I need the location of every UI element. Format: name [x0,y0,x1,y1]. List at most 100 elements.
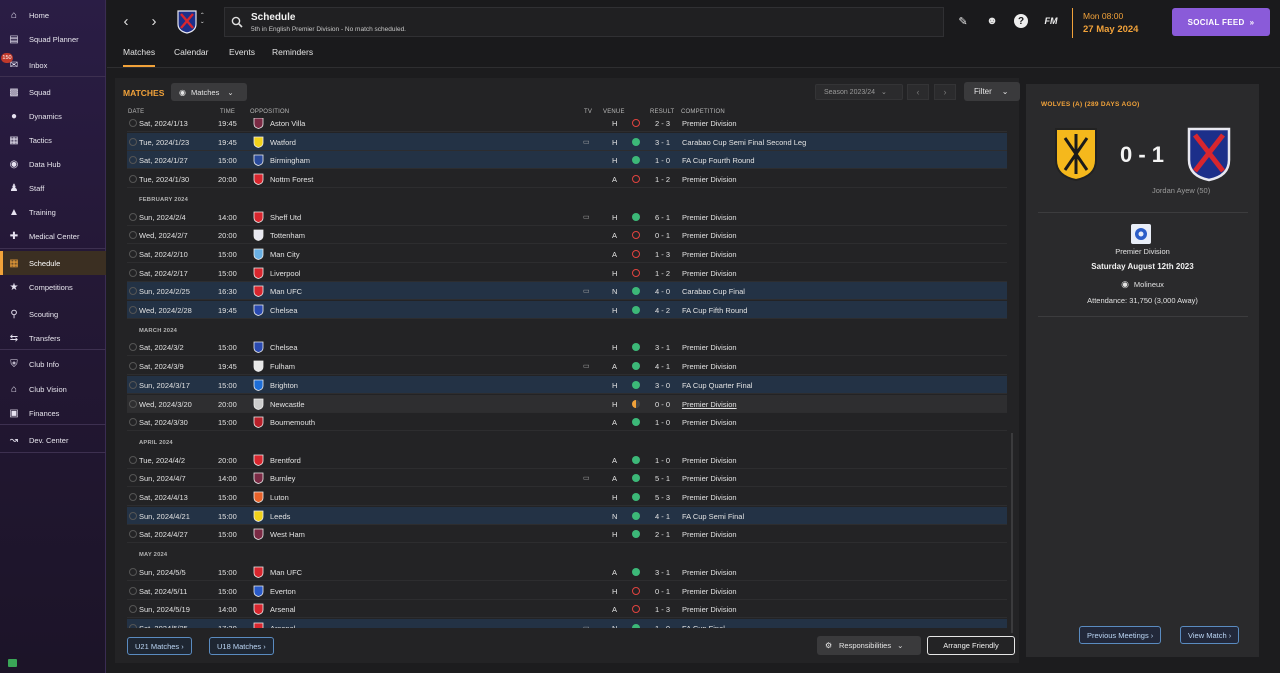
sidebar-item-tactics[interactable]: ▦ Tactics [0,128,106,152]
sidebar-item-competitions[interactable]: ★ Competitions [0,275,106,299]
row-select-icon[interactable] [129,455,137,464]
club-switch-chevrons-icon[interactable]: ˆˇ [201,12,204,30]
opponent-name[interactable]: Brighton [270,381,298,390]
row-select-icon[interactable] [129,474,137,483]
match-row[interactable]: Sun, 2024/3/17 15:00 Brighton H 3 - 0 FA Cup … [127,375,1007,394]
competition-name[interactable]: FA Cup Final [682,624,725,628]
row-select-icon[interactable] [129,586,137,595]
search-icon[interactable] [231,16,243,28]
opponent-name[interactable]: Man City [270,250,300,259]
competition-name[interactable]: Premier Division [682,269,737,278]
column-date[interactable]: DATE [128,109,144,115]
sidebar-item-squad[interactable]: ▩ Squad [0,80,106,104]
match-row[interactable]: Sat, 2024/1/27 15:00 Birmingham H 1 - 0 FA Cu… [127,151,1007,170]
opponent-name[interactable]: Everton [270,587,296,596]
column-venue[interactable]: VENUE [603,109,625,115]
row-select-icon[interactable] [129,511,137,520]
competition-name[interactable]: Premier Division [682,530,737,539]
u18-matches-button[interactable]: U18 Matches › [209,637,274,655]
competition-name[interactable]: Premier Division [682,250,737,259]
competition-name[interactable]: Premier Division [682,400,737,409]
match-row[interactable]: Sun, 2024/5/19 14:00 Arsenal A 1 - 3 Premier … [127,600,1007,619]
sidebar-item-squad-planner[interactable]: ▤ Squad Planner [0,27,106,51]
row-select-icon[interactable] [129,212,137,221]
competition-name[interactable]: Premier Division [682,474,737,483]
match-row[interactable]: Sun, 2024/5/5 15:00 Man UFC A 3 - 1 Premier D… [127,563,1007,581]
sidebar-item-club-vision[interactable]: ⌂ Club Vision [0,377,106,401]
competition-name[interactable]: Premier Division [682,175,737,184]
match-row[interactable]: Sun, 2024/2/4 14:00 Sheff Utd ▭ H 6 - 1 Premie… [127,208,1007,226]
opponent-name[interactable]: Brentford [270,456,301,465]
opponent-name[interactable]: Watford [270,138,296,147]
row-select-icon[interactable] [129,605,137,614]
opponent-name[interactable]: Tottenham [270,231,305,240]
arrange-friendly-button[interactable]: Arrange Friendly [927,636,1015,655]
season-selector[interactable]: Season 2023/24 ⌄ [815,84,903,100]
row-select-icon[interactable] [129,343,137,352]
match-row[interactable]: Wed, 2024/3/20 20:00 Newcastle H 0 - 0 Premie… [127,394,1007,413]
competition-name[interactable]: Premier Division [682,343,737,352]
opponent-name[interactable]: Bournemouth [270,418,315,427]
row-select-icon[interactable] [129,380,137,389]
row-select-icon[interactable] [129,249,137,258]
social-feed-button[interactable]: SOCIAL FEED » [1172,8,1270,36]
sidebar-item-dynamics[interactable]: ● Dynamics [0,104,106,128]
row-select-icon[interactable] [129,418,137,427]
tab-events[interactable]: Events [229,47,255,67]
match-row[interactable]: Tue, 2024/4/2 20:00 Brentford A 1 - 0 Premier… [127,451,1007,469]
sidebar-item-dev-center[interactable]: ↝ Dev. Center [0,428,106,452]
sidebar-item-staff[interactable]: ♟ Staff [0,176,106,200]
manager-face-icon[interactable]: ☻ [984,13,1000,29]
tab-reminders[interactable]: Reminders [272,47,313,67]
sidebar-item-transfers[interactable]: ⇆ Transfers [0,326,106,350]
match-row[interactable]: Sat, 2024/4/13 15:00 Luton H 5 - 3 Premier Di… [127,488,1007,506]
opponent-name[interactable]: Arsenal [270,624,295,628]
previous-season-arrow-icon[interactable]: ‹ [907,84,929,100]
competition-name[interactable]: Carabao Cup Final [682,287,745,296]
row-select-icon[interactable] [129,287,137,296]
competition-name[interactable]: FA Cup Quarter Final [682,381,752,390]
opponent-name[interactable]: Chelsea [270,343,298,352]
opponent-name[interactable]: Luton [270,493,289,502]
match-row[interactable]: Sun, 2024/4/7 14:00 Burnley ▭ A 5 - 1 Premier … [127,469,1007,488]
match-row[interactable]: Sat, 2024/1/13 19:45 Aston Villa H 2 - 3 Prem… [127,118,1007,132]
match-row[interactable]: Sun, 2024/2/25 16:30 Man UFC ▭ N 4 - 0 Carabao… [127,282,1007,301]
match-row[interactable]: Sat, 2024/5/25 17:30 Arsenal ▭ N 1 - 0 FA Cup … [127,618,1007,628]
opponent-name[interactable]: Liverpool [270,269,300,278]
responsibilities-button[interactable]: ⚙ Responsibilities ⌄ [817,636,921,655]
competition-name[interactable]: Premier Division [682,605,737,614]
competition-name[interactable]: FA Cup Fourth Round [682,156,755,165]
game-date[interactable]: Mon 08:00 27 May 2024 [1072,8,1164,38]
filter-button[interactable]: Filter ⌄ [964,82,1020,101]
opponent-name[interactable]: Aston Villa [270,119,305,128]
next-season-arrow-icon[interactable]: › [934,84,956,100]
u21-matches-button[interactable]: U21 Matches › [127,637,192,655]
row-select-icon[interactable] [129,306,137,314]
row-select-icon[interactable] [129,399,137,408]
opponent-name[interactable]: West Ham [270,530,305,539]
sidebar-item-inbox[interactable]: ✉ Inbox [0,53,106,77]
match-row[interactable]: Wed, 2024/2/28 19:45 Chelsea H 4 - 2 FA Cup F… [127,301,1007,319]
row-select-icon[interactable] [129,362,137,371]
sidebar-item-data-hub[interactable]: ◉ Data Hub [0,152,106,176]
sidebar-item-finances[interactable]: ▣ Finances [0,401,106,425]
competition-name[interactable]: FA Cup Semi Final [682,512,744,521]
match-row[interactable]: Wed, 2024/2/7 20:00 Tottenham A 0 - 1 Premier… [127,226,1007,245]
edit-pencil-icon[interactable]: ✎ [955,13,971,29]
fm-menu-button[interactable]: FM [1041,13,1061,29]
row-select-icon[interactable] [129,231,137,240]
row-select-icon[interactable] [129,156,137,165]
sidebar-item-training[interactable]: ▲ Training [0,200,106,224]
competition-name[interactable]: Carabao Cup Semi Final Second Leg [682,138,806,147]
scrollbar[interactable] [1011,433,1013,633]
sidebar-item-home[interactable]: ⌂ Home [0,3,106,27]
opponent-name[interactable]: Nottm Forest [270,175,313,184]
competition-name[interactable]: Premier Division [682,418,737,427]
forward-arrow-icon[interactable]: › [145,12,163,30]
competition-name[interactable]: FA Cup Fifth Round [682,306,747,315]
previous-meetings-button[interactable]: Previous Meetings › [1079,626,1162,644]
column-competition[interactable]: COMPETITION [681,109,725,115]
opponent-name[interactable]: Burnley [270,474,295,483]
match-row[interactable]: Sat, 2024/5/11 15:00 Everton H 0 - 1 Premier … [127,582,1007,600]
help-button[interactable]: ? [1013,13,1029,29]
